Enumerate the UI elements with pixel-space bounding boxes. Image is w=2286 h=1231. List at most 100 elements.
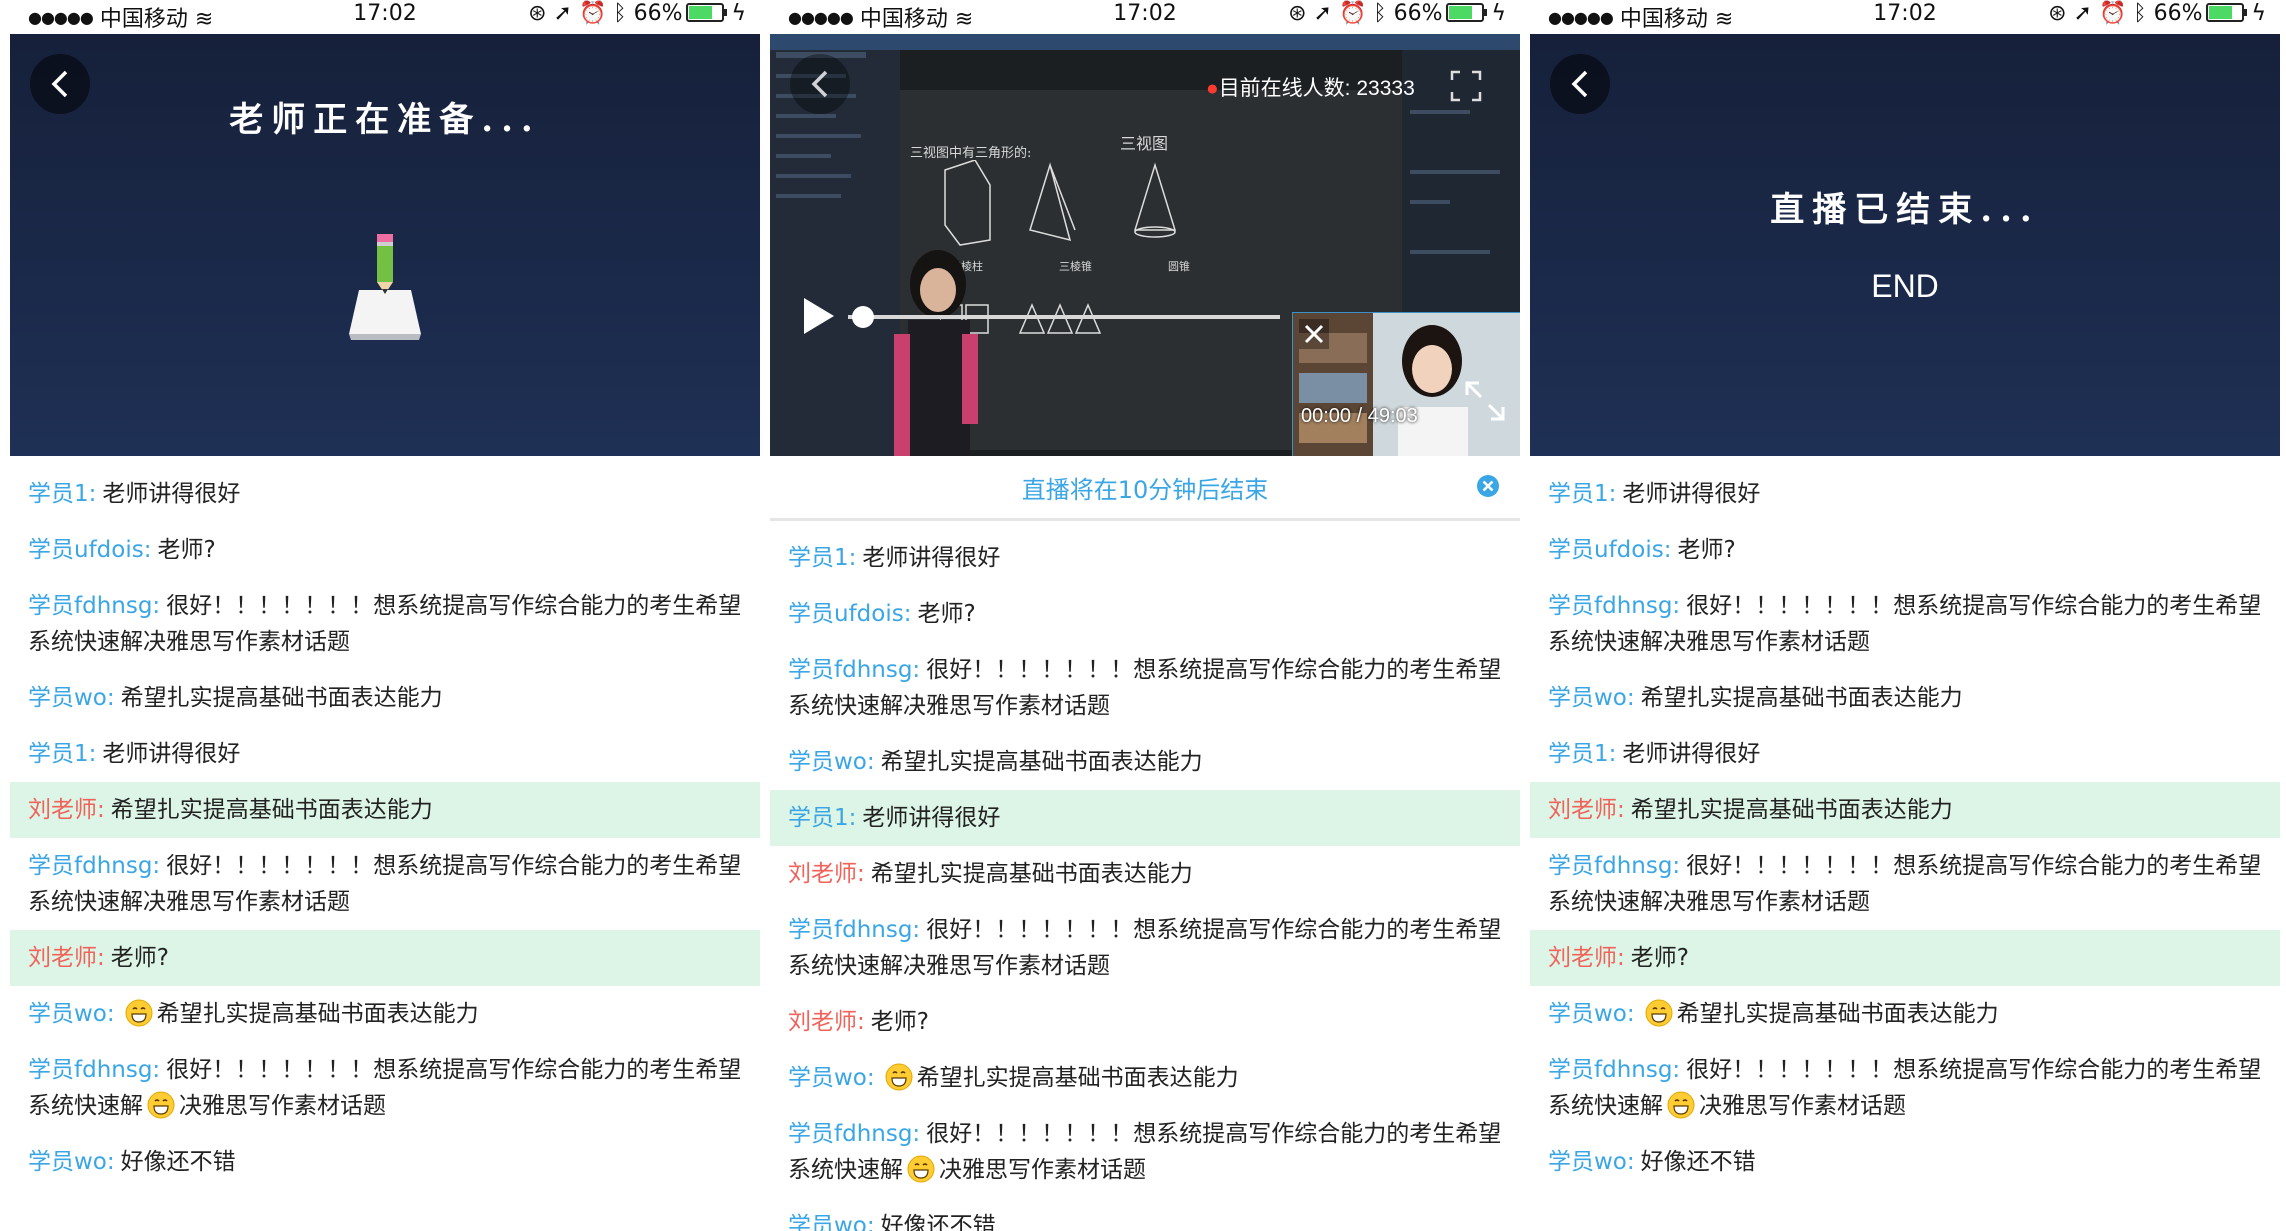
- chat-message: 刘老师: 希望扎实提高基础书面表达能力: [770, 846, 1520, 902]
- charging-icon: ϟ: [731, 1, 746, 26]
- battery-icon: [1446, 3, 1488, 22]
- chat-message-text: 好像还不错: [120, 1149, 236, 1175]
- picture-in-picture[interactable]: 00:00 / 49:03: [1292, 312, 1520, 456]
- back-button[interactable]: [790, 54, 850, 114]
- chat-message-text: 决雅思写作素材话题: [939, 1157, 1146, 1183]
- close-notice-icon[interactable]: [1476, 474, 1500, 498]
- pencil-stand-icon: [349, 234, 421, 340]
- chat-sender-name: 刘老师:: [788, 1009, 865, 1035]
- chat-sender-name: 学员wo:: [1548, 1149, 1635, 1175]
- close-pip-icon[interactable]: [1299, 319, 1329, 349]
- chat-sender-name: 学员wo:: [28, 685, 115, 711]
- status-bar: ●●●●● 中国移动 ≋ 17:02 ⊛ ➚ ⏰ ᛒ 66% ϟ: [10, 0, 760, 32]
- bluetooth-icon: ᛒ: [2133, 1, 2147, 26]
- charging-icon: ϟ: [1491, 1, 1506, 26]
- grin-emoji-icon: [147, 1091, 175, 1119]
- chat-message: 学员fdhnsg: 很好！！！！！！！想系统提高写作综合能力的考生希望系统快速解决…: [1530, 1042, 2280, 1134]
- progress-bar[interactable]: [848, 315, 1280, 319]
- chat-sender-name: 学员wo:: [1548, 685, 1635, 711]
- chat-sender-name: 学员wo:: [28, 1001, 115, 1027]
- chat-message: 学员fdhnsg: 很好！！！！！！！想系统提高写作综合能力的考生希望系统快速解决…: [770, 902, 1520, 994]
- chat-message-text: 老师?: [1630, 945, 1689, 971]
- chat-message-text: 希望扎实提高基础书面表达能力: [1640, 685, 1963, 711]
- board-label: 圆锥: [1168, 260, 1190, 273]
- back-button[interactable]: [1550, 54, 1610, 114]
- chat-message: 学员1: 老师讲得很好: [10, 466, 760, 522]
- chat-message-text: 希望扎实提高基础书面表达能力: [156, 1001, 479, 1027]
- chat-sender-name: 学员ufdois:: [28, 537, 152, 563]
- expand-icon[interactable]: [1463, 379, 1507, 423]
- chat-sender-name: 学员wo:: [28, 1149, 115, 1175]
- alarm-icon: ⏰: [2098, 1, 2127, 26]
- alarm-icon: ⏰: [1338, 1, 1367, 26]
- chat-message: 刘老师: 老师?: [1530, 930, 2280, 986]
- chat-message: 学员wo: 好像还不错: [10, 1134, 760, 1190]
- chat-message: 学员fdhnsg: 很好！！！！！！！想系统提高写作综合能力的考生希望系统快速解决…: [10, 1042, 760, 1134]
- play-icon[interactable]: [800, 296, 836, 336]
- chat-sender-name: 学员fdhnsg:: [1548, 853, 1681, 879]
- live-video-player[interactable]: 三视图 三视图中有三角形的: 三棱柱 三棱锥 圆锥 ●目前在线人数: 23333…: [770, 34, 1520, 456]
- grin-emoji-icon: [1645, 999, 1673, 1027]
- location-icon: ➚: [2073, 1, 2092, 26]
- end-label: END: [1871, 268, 1939, 304]
- chat-message: 学员wo: 希望扎实提高基础书面表达能力: [10, 986, 760, 1042]
- end-notice-bar: 直播将在10分钟后结束: [770, 456, 1520, 521]
- chat-message: 学员1: 老师讲得很好: [1530, 726, 2280, 782]
- battery-percent: 66%: [633, 1, 683, 26]
- chat-message-text: 老师讲得很好: [1622, 741, 1761, 767]
- fullscreen-icon[interactable]: [1450, 70, 1482, 102]
- chat-message-text: 希望扎实提高基础书面表达能力: [880, 749, 1203, 775]
- chat-message: 学员ufdois: 老师?: [10, 522, 760, 578]
- chat-sender-name: 学员fdhnsg:: [28, 593, 161, 619]
- battery-icon: [2206, 3, 2248, 22]
- chat-message-text: 老师讲得很好: [862, 545, 1001, 571]
- chat-message: 学员fdhnsg: 很好！！！！！！！想系统提高写作综合能力的考生希望系统快速解决…: [770, 642, 1520, 734]
- time-display: 00:00 / 49:03: [1301, 405, 1418, 427]
- chat-sender-name: 学员1:: [28, 481, 97, 507]
- battery-icon: [686, 3, 728, 22]
- chat-message: 学员fdhnsg: 很好！！！！！！！想系统提高写作综合能力的考生希望系统快速解决…: [10, 578, 760, 670]
- progress-knob[interactable]: [852, 306, 874, 328]
- teacher-figure: [894, 250, 978, 456]
- online-count: 23333: [1356, 77, 1415, 100]
- orientation-lock-icon: ⊛: [2048, 1, 2067, 26]
- chat-sender-name: 学员wo:: [788, 749, 875, 775]
- chat-message: 学员fdhnsg: 很好！！！！！！！想系统提高写作综合能力的考生希望系统快速解决…: [770, 1106, 1520, 1198]
- chat-sender-name: 学员fdhnsg:: [28, 853, 161, 879]
- chat-sender-name: 学员fdhnsg:: [788, 1121, 921, 1147]
- chat-sender-name: 学员ufdois:: [1548, 537, 1672, 563]
- chat-message: 学员wo: 好像还不错: [1530, 1134, 2280, 1190]
- chat-sender-name: 学员ufdois:: [788, 601, 912, 627]
- chat-message: 学员fdhnsg: 很好！！！！！！！想系统提高写作综合能力的考生希望系统快速解决…: [1530, 838, 2280, 930]
- board-title: 三视图: [1120, 134, 1169, 153]
- chat-sender-name: 刘老师:: [28, 797, 105, 823]
- chat-message-text: 好像还不错: [880, 1213, 996, 1231]
- online-count-label: ●目前在线人数: 23333: [1206, 72, 1415, 102]
- chat-message-text: 希望扎实提高基础书面表达能力: [1676, 1001, 1999, 1027]
- chat-sender-name: 学员1:: [788, 545, 857, 571]
- orientation-lock-icon: ⊛: [1288, 1, 1307, 26]
- video-area: 直播已结束... END: [1530, 34, 2280, 456]
- chat-message-text: 老师讲得很好: [102, 481, 241, 507]
- phone-screen-live: ●●●●● 中国移动 ≋ 17:02 ⊛ ➚ ⏰ ᛒ 66% ϟ 三视图 三视图…: [770, 0, 1520, 1231]
- grin-emoji-icon: [125, 999, 153, 1027]
- chat-message: 学员wo: 希望扎实提高基础书面表达能力: [770, 734, 1520, 790]
- ended-title: 直播已结束...: [1770, 190, 2040, 230]
- chat-list: 学员1: 老师讲得很好 学员ufdois: 老师? 学员fdhnsg: 很好！！！！！！！…: [770, 530, 1520, 1231]
- phone-screen-ended: ●●●●● 中国移动 ≋ 17:02 ⊛ ➚ ⏰ ᛒ 66% ϟ 直播已结束..…: [1530, 0, 2280, 1231]
- chat-message: 学员1: 老师讲得很好: [1530, 466, 2280, 522]
- bluetooth-icon: ᛒ: [613, 1, 627, 26]
- live-dot-icon: ●: [1206, 77, 1219, 100]
- chat-message: 学员ufdois: 老师?: [770, 586, 1520, 642]
- online-label: 目前在线人数:: [1218, 77, 1351, 100]
- chevron-left-icon: [1571, 70, 1588, 98]
- chat-sender-name: 学员fdhnsg:: [1548, 593, 1681, 619]
- chat-sender-name: 刘老师:: [1548, 797, 1625, 823]
- chat-list: 学员1: 老师讲得很好 学员ufdois: 老师? 学员fdhnsg: 很好！！！！！！！…: [10, 466, 760, 1190]
- chat-message-text: 老师讲得很好: [1622, 481, 1761, 507]
- chat-message-text: 老师?: [157, 537, 216, 563]
- battery-percent: 66%: [1393, 1, 1443, 26]
- end-notice-text: 直播将在10分钟后结束: [1021, 476, 1269, 504]
- chat-message-text: 决雅思写作素材话题: [179, 1093, 386, 1119]
- chat-sender-name: 学员fdhnsg:: [1548, 1057, 1681, 1083]
